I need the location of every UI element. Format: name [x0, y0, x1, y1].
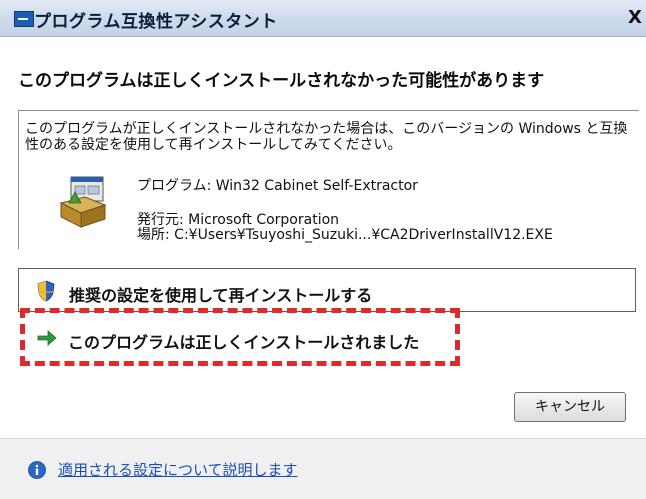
- title-bar: プログラム互換性アシスタント X: [0, 0, 646, 37]
- program-name: プログラム: Win32 Cabinet Self-Extractor: [137, 178, 418, 194]
- footer-bar: 適用される設定について説明します: [0, 438, 646, 499]
- close-button[interactable]: X: [624, 8, 646, 28]
- details-panel: このプログラムが正しくインストールされなかった場合は、このバージョンの Wind…: [18, 110, 639, 249]
- highlight-annotation: [20, 308, 460, 366]
- window-title: プログラム互換性アシスタント: [34, 12, 278, 32]
- installer-box-icon: [59, 176, 107, 228]
- reinstall-recommended-option[interactable]: 推奨の設定を使用して再インストールする: [18, 268, 636, 312]
- reinstall-option-label: 推奨の設定を使用して再インストールする: [69, 286, 373, 305]
- info-icon: [28, 461, 46, 479]
- install-location: 場所: C:¥Users¥Tsuyoshi_Suzuki...¥CA2Drive…: [137, 227, 553, 243]
- cancel-button[interactable]: キャンセル: [514, 392, 626, 422]
- uac-shield-icon: [37, 280, 55, 302]
- description-text: このプログラムが正しくインストールされなかった場合は、このバージョンの Wind…: [25, 121, 628, 153]
- main-heading: このプログラムは正しくインストールされなかった可能性があります: [18, 71, 545, 91]
- settings-help-link[interactable]: 適用される設定について説明します: [58, 459, 298, 480]
- app-window-icon: [14, 11, 34, 27]
